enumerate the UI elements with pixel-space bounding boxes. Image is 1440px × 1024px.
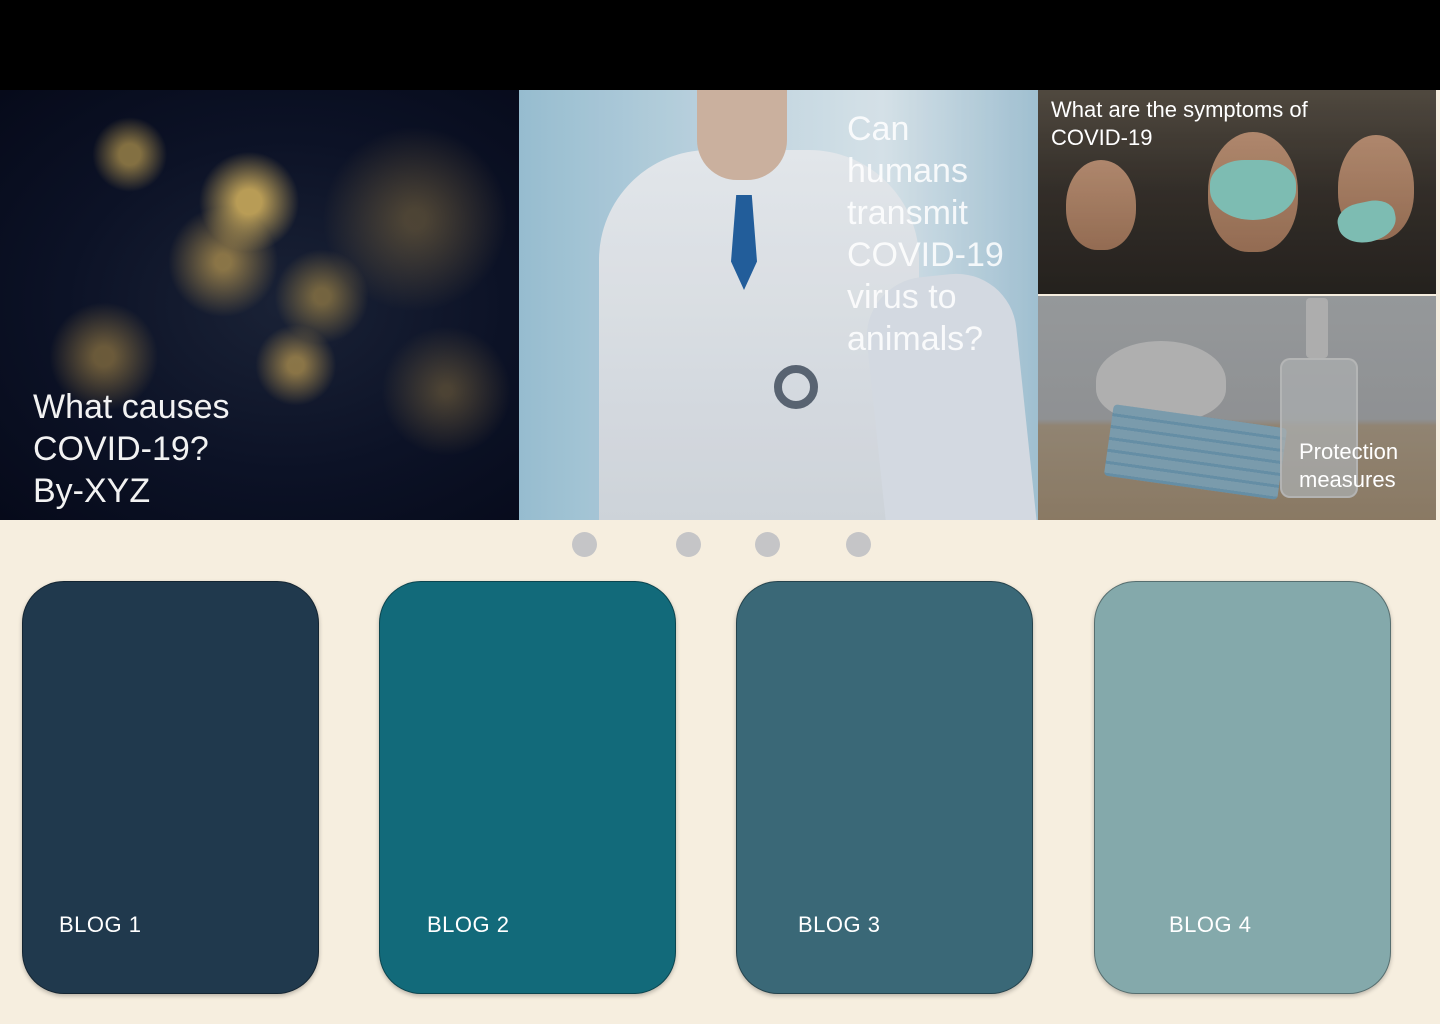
- blog-card-1[interactable]: BLOG 1: [22, 581, 319, 994]
- blog-card-4[interactable]: BLOG 4: [1094, 581, 1391, 994]
- blog-card-3[interactable]: BLOG 3: [736, 581, 1033, 994]
- hero-card-caption: What causes COVID-19? By-XYZ: [33, 386, 230, 512]
- caption-line: What causes: [33, 388, 230, 426]
- carousel-dot-3[interactable]: [755, 532, 780, 557]
- blog-label: BLOG 4: [1169, 912, 1252, 937]
- caption-line: humans: [847, 152, 968, 190]
- hero-card-caption: Protection measures: [1299, 438, 1398, 494]
- carousel-dot-2[interactable]: [676, 532, 701, 557]
- blog-card-2[interactable]: BLOG 2: [379, 581, 676, 994]
- carousel-dot-4[interactable]: [846, 532, 871, 557]
- caption-line: COVID-19: [847, 236, 1004, 274]
- caption-line: animals?: [847, 320, 984, 358]
- hero-card-symptoms[interactable]: What are the symptoms of COVID-19: [1038, 90, 1436, 294]
- carousel-dot-1[interactable]: [572, 532, 597, 557]
- hero-card-protection[interactable]: Protection measures: [1038, 296, 1436, 520]
- caption-line: transmit: [847, 194, 968, 232]
- caption-line: Protection: [1299, 439, 1399, 464]
- hero-card-caption: Can humans transmit COVID-19 virus to an…: [847, 108, 1004, 360]
- blog-label: BLOG 3: [798, 912, 881, 937]
- caption-line: Can: [847, 110, 910, 148]
- blog-label: BLOG 2: [427, 912, 510, 937]
- caption-line: measures: [1299, 467, 1396, 492]
- caption-line: virus to: [847, 278, 957, 316]
- hero-card-humans-transmit[interactable]: Can humans transmit COVID-19 virus to an…: [519, 90, 1038, 520]
- hero-card-caption: What are the symptoms of COVID-19: [1051, 96, 1308, 152]
- caption-line: COVID-19: [1051, 125, 1153, 150]
- blog-label: BLOG 1: [59, 912, 142, 937]
- caption-author: By-XYZ: [33, 472, 151, 510]
- hero-card-what-causes-covid[interactable]: What causes COVID-19? By-XYZ: [0, 90, 519, 520]
- caption-line: COVID-19?: [33, 430, 209, 468]
- caption-line: What are the symptoms of: [1051, 97, 1308, 122]
- top-bar: [0, 0, 1440, 90]
